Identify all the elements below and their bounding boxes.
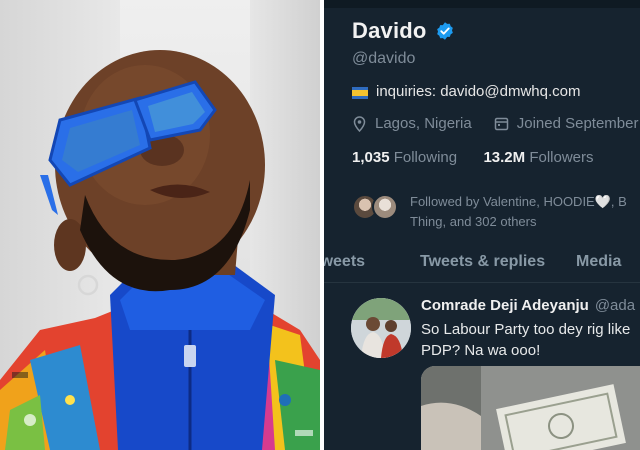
tweet-text: So Labour Party too dey rig like PDP? Na…: [421, 321, 631, 359]
bio-text: inquiries: davido@dmwhq.com: [376, 83, 581, 100]
location-text: Lagos, Nigeria: [375, 115, 472, 132]
portrait-illustration: [0, 50, 320, 450]
tweet-item[interactable]: Comrade Deji Adeyanju @ada So Labour Part…: [324, 284, 640, 450]
profile-name-row: Davido: [352, 18, 455, 44]
followers-link[interactable]: 13.2M Followers: [483, 149, 593, 166]
twitter-profile-panel: Davido @davido inquiries: davido@dmwhq.c…: [324, 0, 640, 450]
flag-icon: [352, 86, 368, 99]
portrait-photo: [0, 0, 320, 450]
profile-tabs: Tweets Tweets & replies Media: [324, 243, 640, 283]
following-link[interactable]: 1,035 Following: [352, 149, 457, 166]
followers-label: Followers: [529, 149, 594, 166]
tweet-author-avatar[interactable]: [351, 298, 411, 358]
profile-handle: @davido: [352, 50, 416, 67]
followers-count: 13.2M: [483, 149, 526, 166]
following-label: Following: [393, 149, 458, 166]
following-count: 1,035: [352, 149, 390, 166]
followed-by-line-1: Followed by Valentine, HOODIE🤍, B: [410, 194, 627, 209]
calendar-icon: [494, 117, 508, 131]
joined-text: Joined September: [516, 115, 639, 132]
top-edge: [324, 0, 640, 8]
tweet-author-name: Comrade Deji Adeyanju: [421, 297, 589, 314]
tweet-media-image[interactable]: [421, 366, 640, 450]
tab-media[interactable]: Media: [576, 253, 621, 271]
avatar: [372, 194, 398, 220]
tab-tweets-replies[interactable]: Tweets & replies: [420, 253, 545, 271]
follower-avatars: [352, 194, 404, 220]
tweet-author-handle: @ada: [594, 297, 636, 314]
profile-bio: inquiries: davido@dmwhq.com: [352, 83, 581, 100]
followed-by-line-2: Thing, and 302 others: [410, 214, 537, 229]
follow-stats: 1,035 Following 13.2M Followers: [352, 149, 594, 166]
followed-by-text: Followed by Valentine, HOODIE🤍, B Thing,…: [410, 192, 627, 232]
tab-tweets[interactable]: Tweets: [324, 253, 365, 271]
tweet-author[interactable]: Comrade Deji Adeyanju @ada: [421, 297, 635, 314]
location-pin-icon: [353, 115, 366, 132]
display-name: Davido: [352, 18, 427, 43]
verified-badge-icon: [436, 22, 453, 40]
profile-meta: Lagos, Nigeria Joined September: [352, 115, 638, 132]
